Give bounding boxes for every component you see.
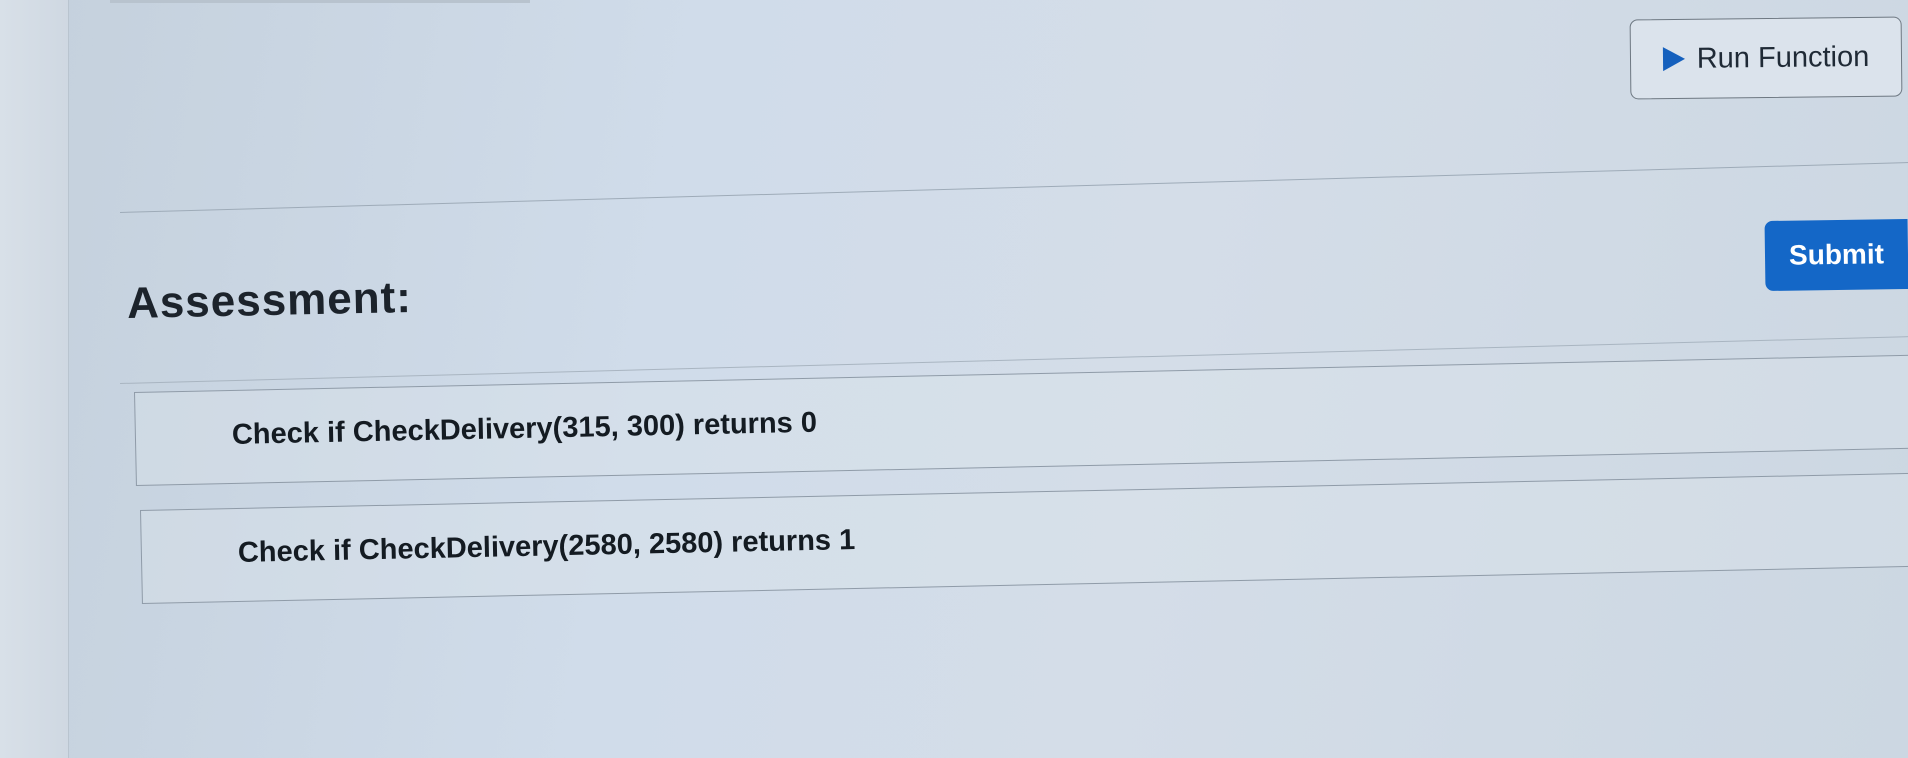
left-panel-edge xyxy=(0,0,69,758)
run-function-button[interactable]: Run Function xyxy=(1629,16,1903,100)
play-icon xyxy=(1662,46,1685,72)
submit-button[interactable]: Submit xyxy=(1764,219,1908,291)
top-divider xyxy=(110,0,530,3)
assessment-check-label: Check if CheckDelivery(2580, 2580) retur… xyxy=(237,524,856,569)
section-divider xyxy=(120,162,1908,213)
assessment-check-item: Check if CheckDelivery(2580, 2580) retur… xyxy=(140,472,1908,604)
assessment-check-item: Check if CheckDelivery(315, 300) returns… xyxy=(134,354,1908,486)
assessment-heading: Assessment: xyxy=(126,273,413,328)
assessment-check-label: Check if CheckDelivery(315, 300) returns… xyxy=(231,406,818,451)
run-function-label: Run Function xyxy=(1696,40,1870,75)
